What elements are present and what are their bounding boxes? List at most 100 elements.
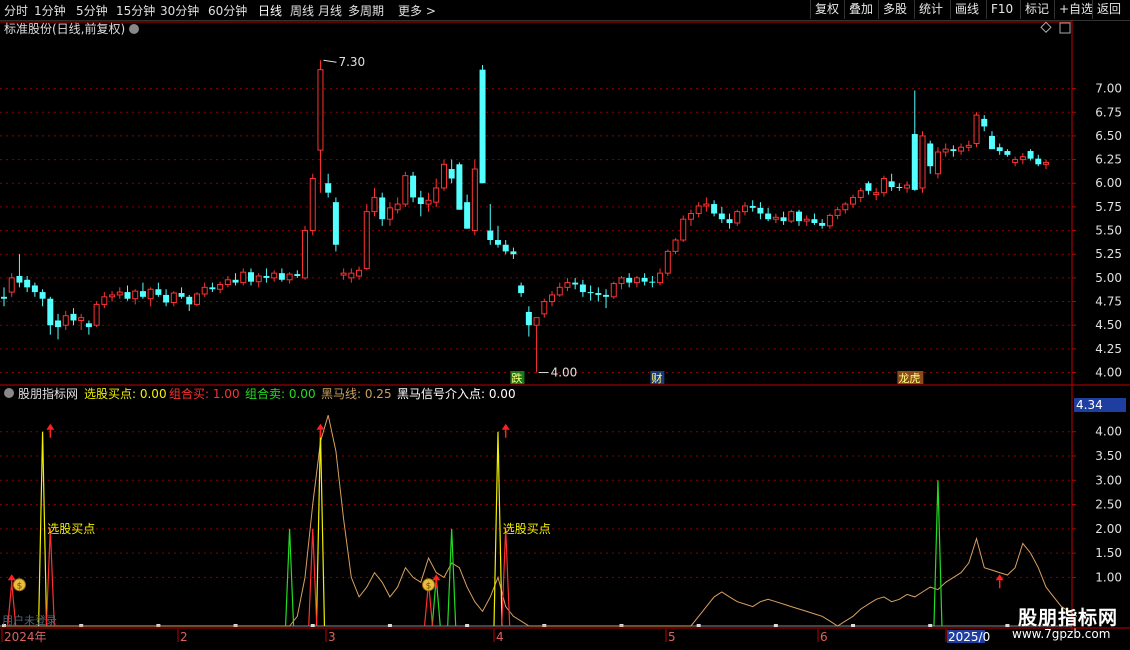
candle-body [911, 134, 918, 190]
candle-body [664, 250, 671, 274]
toolbar-button-8[interactable]: 返回 [1092, 0, 1125, 19]
date-label: 5 [668, 630, 676, 644]
candle-body [371, 196, 378, 213]
money-bag-glyph: $ [426, 582, 432, 592]
indicator-axis-label: 2.50 [1095, 498, 1122, 512]
price-axis-label: 4.25 [1095, 342, 1122, 356]
price-axis-label: 5.50 [1095, 224, 1122, 238]
candle-body [255, 275, 262, 283]
candle-body [518, 285, 525, 294]
candle-body [525, 311, 532, 326]
panel-toggle-icon[interactable] [1059, 22, 1071, 34]
candle-body [672, 239, 679, 252]
candle-body [217, 284, 224, 290]
candle-body [587, 292, 594, 294]
combo-buy-spike [45, 528, 55, 627]
candle-body [62, 315, 69, 326]
period-tab-5[interactable]: 60分钟 [208, 2, 247, 19]
toolbar-button-3[interactable]: 统计 [914, 0, 947, 19]
price-axis-label: 5.75 [1095, 200, 1122, 214]
indicator-name: 股朋指标网 [18, 386, 78, 401]
baseline-marker [310, 624, 315, 627]
candle-body [31, 285, 38, 293]
candle-body [302, 230, 309, 279]
candle-body [502, 244, 509, 252]
toolbar-button-4[interactable]: 画线 [950, 0, 983, 19]
candle-body [471, 168, 478, 232]
candle-body [209, 287, 216, 290]
baseline-marker [928, 624, 933, 627]
candle-body [325, 183, 332, 193]
buy-point-label: 选股买点 [503, 522, 551, 536]
period-tab-3[interactable]: 15分钟 [116, 2, 155, 19]
indicator-value: 4.34 [1076, 398, 1103, 412]
candle-body [348, 272, 355, 279]
baseline-marker [465, 624, 470, 627]
candle-body [309, 178, 316, 232]
candle-body [386, 207, 393, 220]
candle-body [734, 211, 741, 224]
candle-body [433, 187, 440, 203]
buy-arrow-icon [316, 423, 325, 430]
period-tab-7[interactable]: 周线 [290, 2, 314, 19]
candle-body [363, 211, 370, 269]
toolbar-button-6[interactable]: 标记 [1020, 0, 1053, 19]
candle-body [703, 203, 710, 207]
title-dropdown-icon[interactable] [129, 24, 139, 34]
candle-body [109, 294, 116, 298]
candle-body [479, 69, 486, 184]
candle-body [85, 323, 92, 328]
period-tab-4[interactable]: 30分钟 [160, 2, 199, 19]
price-axis-label: 4.00 [1095, 366, 1122, 380]
event-tag: 财 [651, 371, 662, 385]
candle-body [579, 284, 586, 293]
candle-body [132, 290, 139, 300]
candle-body [101, 296, 108, 305]
candle-body [116, 291, 123, 296]
candle-body [55, 320, 62, 328]
period-tab-6[interactable]: 日线 [258, 2, 282, 19]
candle-body [741, 205, 748, 213]
toolbar-button-0[interactable]: 复权 [810, 0, 843, 19]
toolbar-button-1[interactable]: 叠加 [844, 0, 877, 19]
buy-arrow-icon [7, 574, 16, 581]
candle-body [934, 151, 941, 175]
buy-arrow-icon [501, 423, 510, 430]
candle-body [626, 277, 633, 283]
period-tab-10[interactable]: 更多 > [398, 2, 436, 19]
period-tab-8[interactable]: 月线 [318, 2, 342, 19]
period-tab-0[interactable]: 分时 [4, 2, 28, 19]
indicator-param: 黑马线: 0.25 [321, 387, 392, 401]
candle-body [494, 240, 501, 245]
indicator-dropdown-icon[interactable] [4, 388, 14, 398]
candle-body [178, 293, 185, 297]
candle-body [850, 196, 857, 205]
candle-body [958, 146, 965, 152]
candle-body [8, 277, 15, 293]
period-tab-2[interactable]: 5分钟 [76, 2, 108, 19]
candle-body [950, 149, 957, 152]
candle-body [757, 207, 764, 214]
candle-body [1012, 159, 1019, 163]
period-tab-1[interactable]: 1分钟 [34, 2, 66, 19]
buy-point-label: 选股买点 [47, 522, 95, 536]
diamond-icon[interactable] [1040, 21, 1052, 33]
toolbar-button-7[interactable]: +自选 [1054, 0, 1097, 19]
baseline-marker [387, 624, 392, 627]
date-label: 4 [496, 630, 504, 644]
candle-body [448, 169, 455, 179]
toolbar-button-5[interactable]: F10 [986, 0, 1017, 19]
candle-body [904, 184, 911, 189]
candle-body [765, 213, 772, 220]
candle-body [657, 272, 664, 284]
candle-body [695, 205, 702, 215]
candle-body [224, 279, 231, 286]
candle-body [139, 291, 146, 297]
toolbar-button-2[interactable]: 多股 [878, 0, 911, 19]
period-tab-9[interactable]: 多周期 [348, 2, 384, 19]
candle-body [919, 135, 926, 189]
indicator-axis-label: 4.00 [1095, 425, 1122, 439]
candle-body [332, 202, 339, 245]
candle-body [1004, 151, 1011, 155]
baseline-marker [773, 624, 778, 627]
